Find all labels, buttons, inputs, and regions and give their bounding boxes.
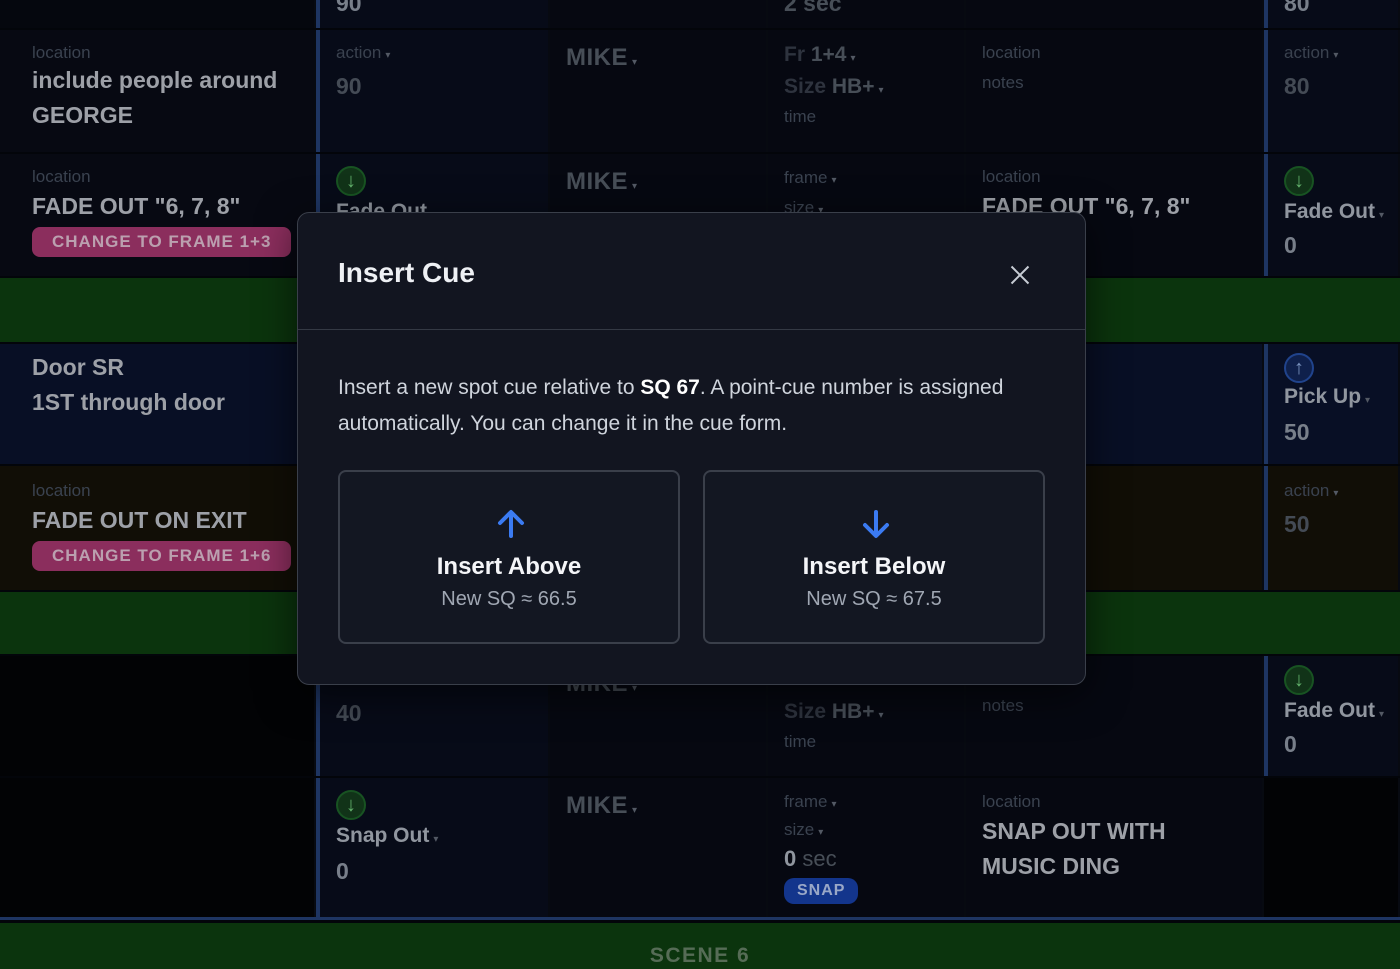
insert-below-label: Insert Below bbox=[802, 553, 946, 580]
dialog-header: Insert Cue bbox=[298, 213, 1085, 330]
dialog-description: Insert a new spot cue relative to SQ 67.… bbox=[338, 370, 1058, 442]
insert-cue-dialog: Insert Cue Insert a new spot cue relativ… bbox=[297, 212, 1086, 685]
close-icon[interactable] bbox=[1000, 255, 1040, 295]
target-cue-number: SQ 67 bbox=[640, 376, 700, 399]
insert-below-sq: New SQ ≈ 67.5 bbox=[806, 588, 942, 610]
insert-above-sq: New SQ ≈ 66.5 bbox=[441, 588, 577, 610]
insert-below-button[interactable]: Insert Below New SQ ≈ 67.5 bbox=[703, 470, 1045, 644]
arrow-up-icon bbox=[498, 510, 524, 538]
insert-above-button[interactable]: Insert Above New SQ ≈ 66.5 bbox=[338, 470, 680, 644]
dialog-title: Insert Cue bbox=[338, 257, 475, 288]
insert-above-label: Insert Above bbox=[436, 553, 582, 580]
description-prefix: Insert a new spot cue relative to bbox=[338, 376, 641, 399]
arrow-down-icon bbox=[863, 510, 889, 538]
